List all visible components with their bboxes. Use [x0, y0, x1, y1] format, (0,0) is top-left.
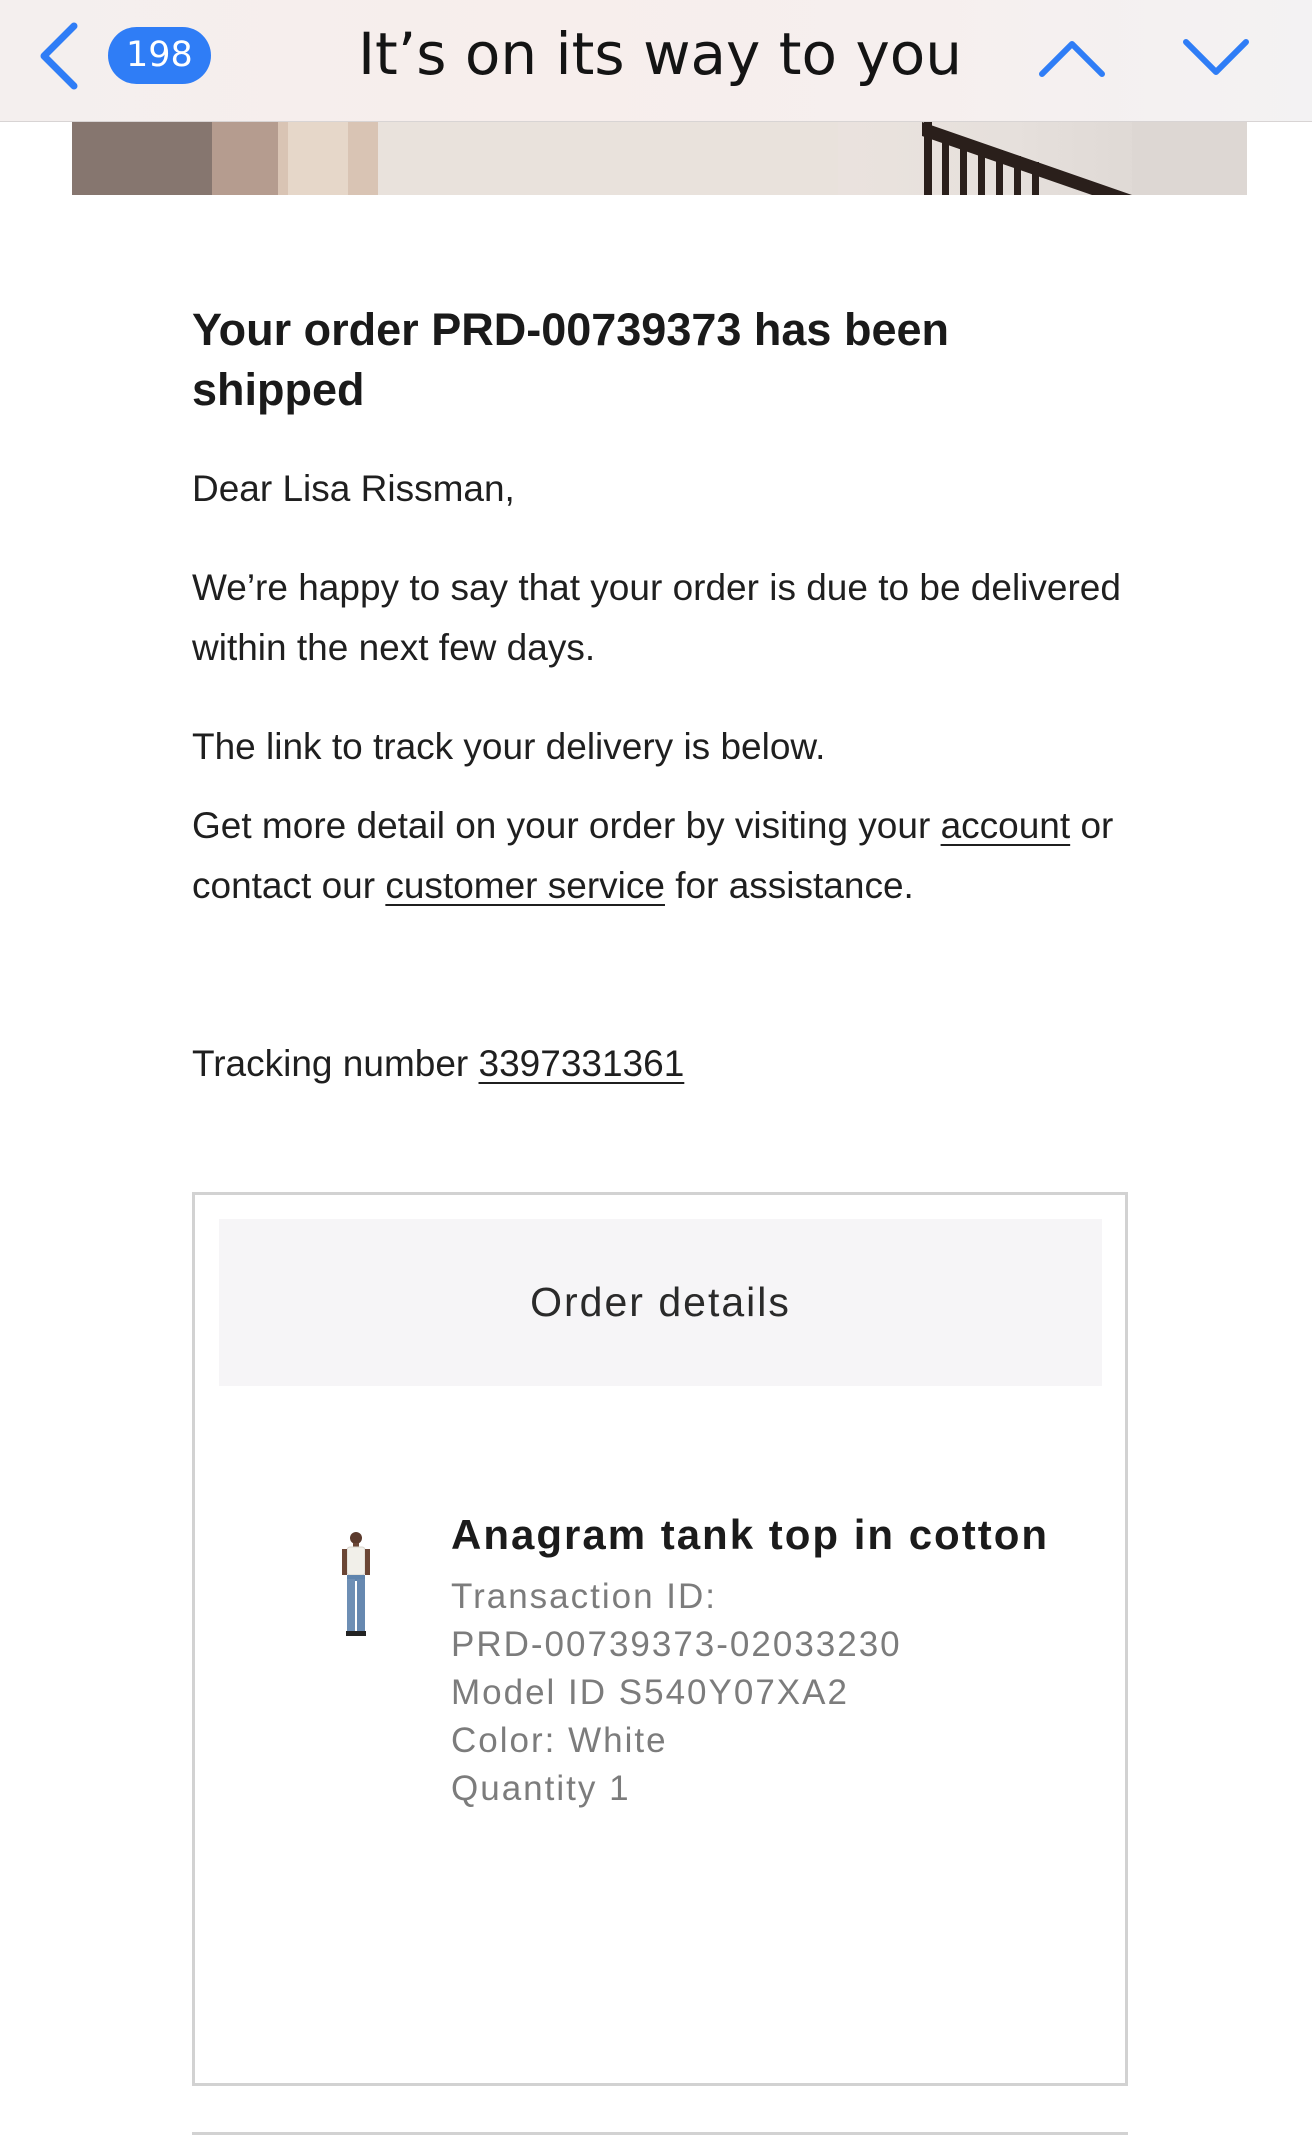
chevron-up-icon [1039, 41, 1105, 77]
delivery-message: We’re happy to say that your order is du… [192, 567, 1121, 668]
model-id: Model ID S540Y07XA2 [451, 1673, 849, 1712]
email-subject-title: It’s on its way to you [357, 20, 963, 88]
previous-message-button[interactable] [1032, 22, 1112, 92]
email-banner-image [72, 122, 1247, 195]
next-section-divider [192, 2132, 1128, 2135]
product-thumbnail[interactable] [338, 1529, 374, 1639]
product-quantity: Quantity 1 [451, 1769, 631, 1808]
back-button[interactable] [30, 16, 90, 96]
product-info: Anagram tank top in cotton Transaction I… [451, 1505, 1071, 1813]
greeting-text: Dear Lisa Rissman, [192, 468, 515, 509]
chevron-left-icon [40, 22, 78, 90]
next-message-button[interactable] [1176, 22, 1256, 92]
order-details-header: Order details [219, 1219, 1102, 1386]
account-help-text-start: Get more detail on your order by visitin… [192, 805, 941, 846]
banner-photo [72, 122, 1247, 195]
account-help-text: Get more detail on your order by visitin… [192, 796, 1132, 916]
tracking-intro-text: The link to track your delivery is below… [192, 726, 826, 767]
email-body: Your order PRD-00739373 has been shipped… [192, 300, 1132, 1094]
account-help-text-end: for assistance. [664, 865, 914, 906]
order-details-card: Order details Anagram tank top in cotton… [192, 1192, 1128, 2086]
transaction-id-label: Transaction ID: [451, 1577, 718, 1616]
product-name: Anagram tank top in cotton [451, 1511, 1049, 1558]
shipment-heading: Your order PRD-00739373 has been shipped [192, 304, 949, 415]
tracking-number-label: Tracking number [192, 1043, 479, 1084]
tracking-number-link[interactable]: 3397331361 [479, 1043, 685, 1084]
model-figure-image [342, 1532, 370, 1636]
tracking-number-row: Tracking number 3397331361 [192, 1034, 1132, 1094]
transaction-id-value: PRD-00739373-02033230 [451, 1625, 902, 1664]
mail-top-bar: 198 It’s on its way to you [0, 0, 1312, 122]
chevron-down-icon [1183, 39, 1249, 75]
customer-service-link[interactable]: customer service [385, 865, 665, 906]
product-color: Color: White [451, 1721, 668, 1760]
unread-count-badge[interactable]: 198 [108, 27, 211, 84]
account-link[interactable]: account [941, 805, 1071, 846]
